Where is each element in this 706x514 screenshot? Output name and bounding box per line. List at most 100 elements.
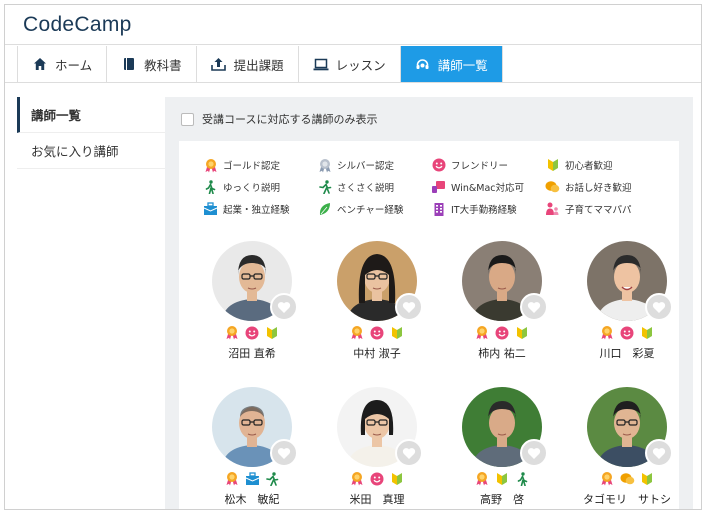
instructor-name[interactable]: 米田 真理: [315, 491, 439, 507]
legend-item: シルバー認定: [317, 157, 431, 173]
legend-label: さくさく説明: [337, 183, 395, 194]
legend-item: ゆっくり説明: [203, 179, 317, 195]
legend-label: 子育てママパパ: [565, 205, 632, 216]
instructor-card[interactable]: 川口 彩夏: [565, 241, 689, 365]
main-content: 受講コースに対応する講師のみ表示 ゴールド認定 シルバー認定 フレンドリー 初心者歓迎…: [165, 97, 693, 509]
favorite-heart-button[interactable]: [270, 293, 298, 321]
header: CodeCamp: [5, 5, 701, 45]
sidebar-item-instructors[interactable]: 講師一覧: [17, 97, 165, 133]
legend-item: さくさく説明: [317, 179, 431, 195]
gold-medal-icon: [203, 158, 218, 173]
course-filter[interactable]: 受講コースに対応する講師のみ表示: [181, 111, 377, 127]
devices-icon: [431, 180, 446, 195]
instructor-card[interactable]: 中村 淑子: [315, 241, 439, 365]
legend-label: ゆっくり説明: [223, 183, 281, 194]
upload-icon: [211, 56, 227, 72]
instructor-badges: [565, 471, 689, 486]
gold-medal-icon: [225, 325, 240, 340]
smile-icon: [431, 158, 446, 173]
walking-icon: [515, 471, 530, 486]
instructor-name[interactable]: 沼田 直希: [190, 345, 314, 361]
legend-item: ゴールド認定: [203, 157, 317, 173]
instructor-badges: [440, 471, 564, 486]
course-filter-label: 受講コースに対応する講師のみ表示: [202, 113, 378, 126]
codecamp-logo[interactable]: CodeCamp: [23, 13, 132, 37]
gold-medal-icon: [475, 325, 490, 340]
chat-bubble-icon: [545, 180, 560, 195]
tab-home[interactable]: ホーム: [18, 46, 108, 82]
book-icon: [121, 56, 137, 72]
legend-label: フレンドリー: [451, 161, 509, 172]
tab-lessons[interactable]: レッスン: [299, 46, 401, 82]
beginner-mark-icon: [390, 325, 405, 340]
legend-label: お話し好き歓迎: [565, 183, 632, 194]
tab-label: 提出課題: [233, 57, 284, 73]
legend-item: お話し好き歓迎: [545, 179, 663, 195]
beginner-mark-icon: [515, 325, 530, 340]
legend-label: シルバー認定: [337, 161, 395, 172]
heart-icon: [527, 447, 541, 460]
divider: [5, 82, 701, 83]
legend-item: ベンチャー経験: [317, 201, 431, 217]
legend-label: Win&Mac対応可: [451, 183, 524, 194]
sidebar: 講師一覧 お気に入り講師: [17, 97, 165, 169]
gold-medal-icon: [225, 471, 240, 486]
instructor-card[interactable]: 米田 真理: [315, 387, 439, 509]
legend-item: 起業・独立経験: [203, 201, 317, 217]
home-icon: [32, 56, 48, 72]
instructor-panel: ゴールド認定 シルバー認定 フレンドリー 初心者歓迎ゆっくり説明 さくさく説明 Win&M…: [179, 141, 679, 509]
heart-icon: [277, 301, 291, 314]
laptop-icon: [313, 56, 329, 72]
tab-label: 講師一覧: [437, 57, 488, 73]
beginner-mark-icon: [640, 325, 655, 340]
heart-icon: [402, 301, 416, 314]
instructor-name[interactable]: 中村 淑子: [315, 345, 439, 361]
beginner-mark-icon: [390, 471, 405, 486]
instructor-badges: [440, 325, 564, 340]
running-icon: [317, 180, 332, 195]
instructor-name[interactable]: 川口 彩夏: [565, 345, 689, 361]
favorite-heart-button[interactable]: [395, 439, 423, 467]
instructor-badges: [565, 325, 689, 340]
briefcase-icon: [203, 202, 218, 217]
heart-icon: [277, 447, 291, 460]
instructor-name[interactable]: 高野 啓: [440, 491, 564, 507]
smile-icon: [495, 325, 510, 340]
legend-item: フレンドリー: [431, 157, 545, 173]
beginner-mark-icon: [640, 471, 655, 486]
sidebar-item-favorites[interactable]: お気に入り講師: [17, 133, 165, 169]
instructor-name[interactable]: 松木 敏紀: [190, 491, 314, 507]
favorite-heart-button[interactable]: [645, 439, 673, 467]
legend-label: 初心者歓迎: [565, 161, 613, 172]
favorite-heart-button[interactable]: [395, 293, 423, 321]
tab-assignments[interactable]: 提出課題: [197, 46, 299, 82]
favorite-heart-button[interactable]: [645, 293, 673, 321]
building-icon: [431, 202, 446, 217]
tab-instructors[interactable]: 講師一覧: [400, 46, 503, 82]
favorite-heart-button[interactable]: [270, 439, 298, 467]
tab-textbook[interactable]: 教科書: [107, 46, 197, 82]
tab-label: ホーム: [55, 57, 93, 73]
heart-icon: [652, 447, 666, 460]
instructor-badges: [190, 471, 314, 486]
beginner-mark-icon: [545, 158, 560, 173]
favorite-heart-button[interactable]: [520, 293, 548, 321]
instructor-name[interactable]: タゴモリ サトシ: [565, 491, 689, 507]
instructor-card[interactable]: 沼田 直希: [190, 241, 314, 365]
gold-medal-icon: [350, 325, 365, 340]
beginner-mark-icon: [495, 471, 510, 486]
instructor-card[interactable]: タゴモリ サトシ: [565, 387, 689, 509]
smile-icon: [620, 325, 635, 340]
instructor-card[interactable]: 松木 敏紀: [190, 387, 314, 509]
instructor-badges: [315, 471, 439, 486]
heart-icon: [527, 301, 541, 314]
walking-icon: [203, 180, 218, 195]
instructor-card[interactable]: 柿内 祐二: [440, 241, 564, 365]
course-filter-checkbox[interactable]: [181, 112, 194, 126]
legend-label: IT大手勤務経験: [451, 205, 517, 216]
smile-icon: [370, 325, 385, 340]
gold-medal-icon: [350, 471, 365, 486]
instructor-card[interactable]: 高野 啓: [440, 387, 564, 509]
favorite-heart-button[interactable]: [520, 439, 548, 467]
instructor-name[interactable]: 柿内 祐二: [440, 345, 564, 361]
